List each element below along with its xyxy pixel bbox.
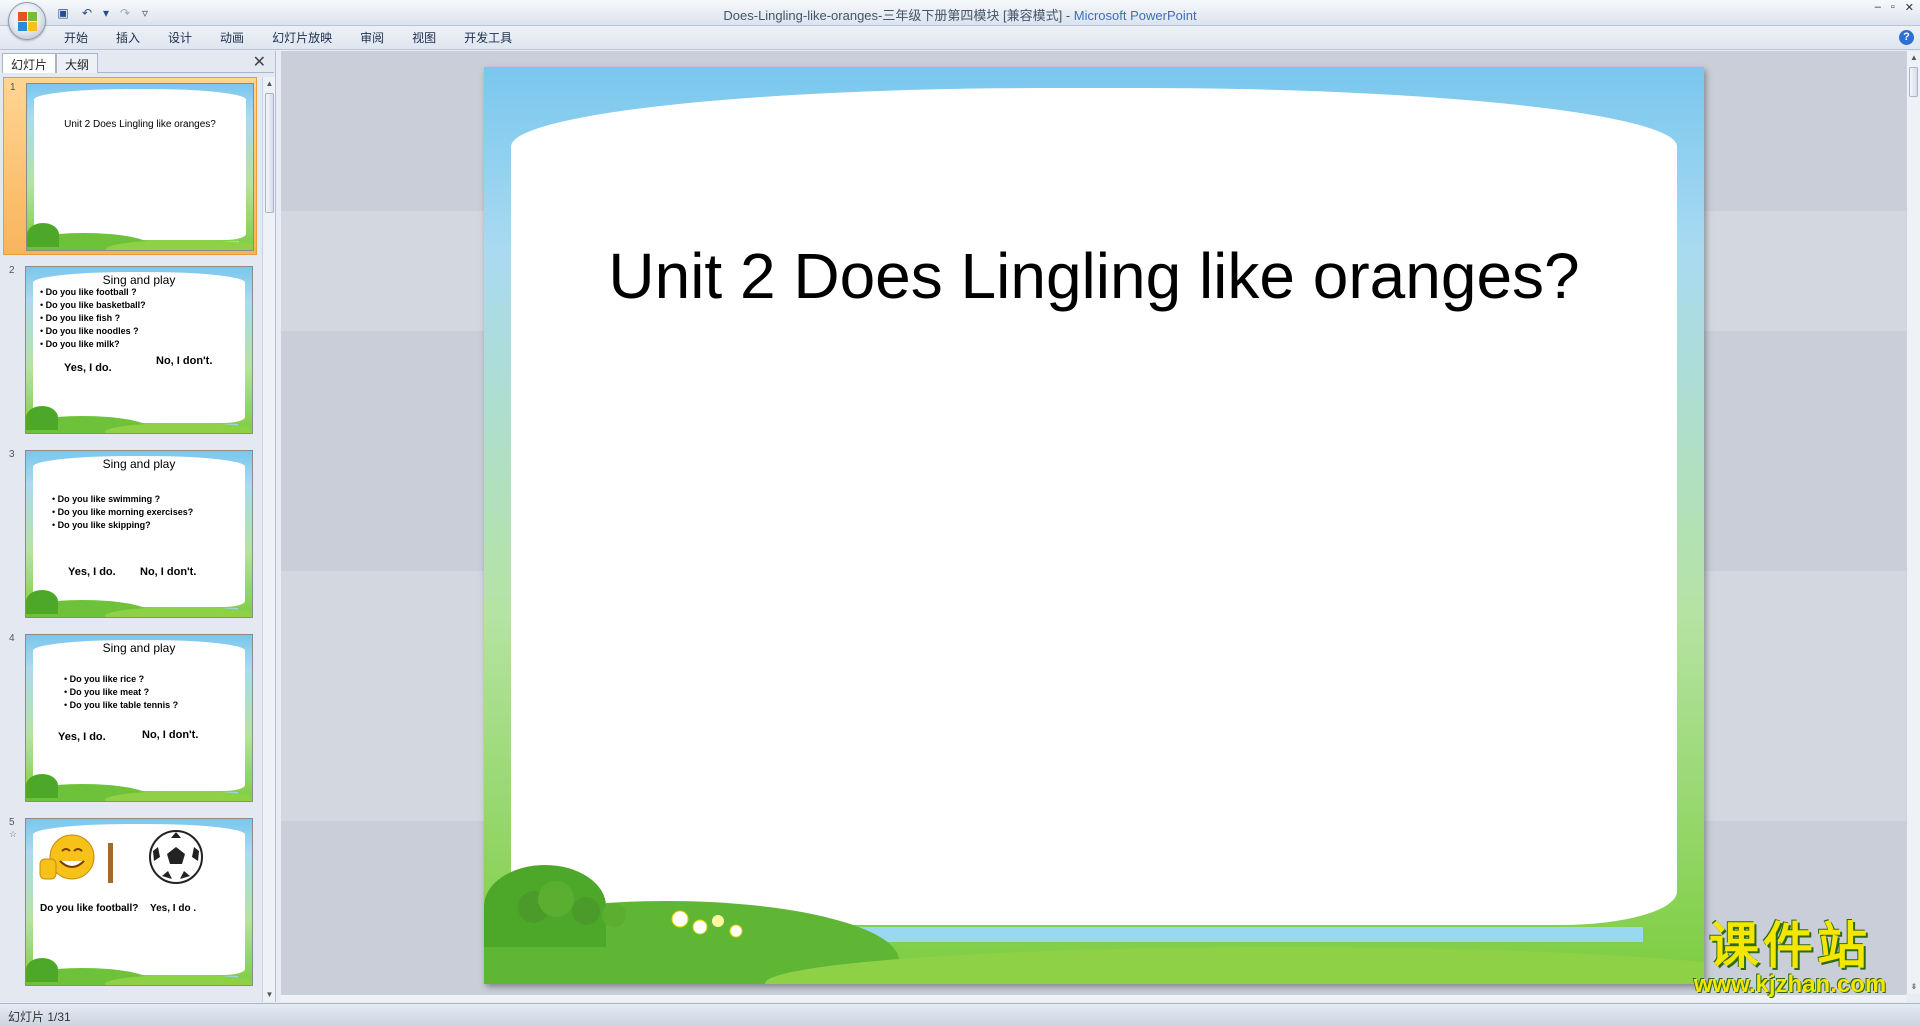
current-slide[interactable]: Unit 2 Does Lingling like oranges?	[484, 67, 1704, 984]
site-watermark: 课件站 www.kjzhan.com	[1670, 920, 1910, 1000]
list-item: Do you like meat ?	[64, 686, 178, 699]
ribbon: 开始 插入 设计 动画 幻灯片放映 审阅 视图 开发工具 ?	[0, 26, 1920, 50]
list-item: Do you like football ?	[40, 286, 146, 299]
slide-thumbnail-5[interactable]: 5 ☆ Do you like football? Yes, I do .	[3, 813, 257, 991]
slide-number: 5	[9, 817, 15, 828]
slide-title[interactable]: Unit 2 Does Lingling like oranges?	[484, 239, 1704, 313]
thumb-heading: Sing and play	[102, 641, 176, 655]
list-item: Do you like swimming ?	[52, 493, 193, 506]
scroll-down-arrow-icon[interactable]: ▼	[263, 988, 276, 1002]
list-item: Do you like noodles ?	[40, 325, 146, 338]
slide-thumbnail-1[interactable]: 1 Unit 2 Does Lingling like oranges?	[3, 77, 257, 255]
tab-design[interactable]: 设计	[154, 30, 206, 46]
close-window-button[interactable]: ✕	[1905, 1, 1914, 14]
office-logo-icon	[18, 12, 38, 32]
help-icon[interactable]: ?	[1899, 30, 1914, 45]
scroll-thumb[interactable]	[1909, 67, 1918, 97]
list-item: Do you like basketball?	[40, 299, 146, 312]
animation-star-icon: ☆	[9, 829, 18, 839]
window-controls: – ▫ ✕	[1875, 1, 1914, 14]
slide-preview: Unit 2 Does Lingling like oranges?	[26, 83, 254, 251]
slide-number: 1	[10, 82, 16, 93]
slide-preview: Do you like football? Yes, I do .	[25, 818, 253, 986]
thumb-yes: Yes, I do.	[64, 362, 112, 374]
scroll-thumb[interactable]	[265, 93, 274, 213]
thumb-no: No, I don't.	[140, 566, 197, 578]
tab-outline[interactable]: 大纲	[56, 53, 99, 73]
slide-thumbnail-3[interactable]: 3 Sing and play Do you like swimming ? D…	[3, 445, 257, 623]
separator-bar-icon	[108, 843, 113, 883]
window-title: Does-Lingling-like-oranges-三年级下册第四模块 [兼容…	[0, 5, 1920, 24]
office-button[interactable]	[8, 2, 46, 40]
thumb-no: No, I don't.	[156, 355, 213, 367]
restore-button[interactable]: ▫	[1891, 1, 1895, 14]
slide-preview: Sing and play Do you like rice ? Do you …	[25, 634, 253, 802]
slides-panel: 幻灯片 大纲 ✕ 1 Unit 2 Does Lingling like ora…	[0, 51, 276, 1002]
slide-number: 2	[9, 265, 15, 276]
tab-slides[interactable]: 幻灯片	[2, 53, 57, 73]
tab-developer[interactable]: 开发工具	[450, 30, 526, 46]
tab-review[interactable]: 审阅	[346, 30, 398, 46]
smiley-thumbs-up-icon	[39, 834, 95, 880]
watermark-text: 课件站	[1709, 917, 1871, 975]
thumb-title: Unit 2 Does Lingling like oranges?	[64, 119, 216, 130]
list-item: Do you like rice ?	[64, 673, 178, 686]
title-bar: ▣ ↶ ▾ ↷ ▿ Does-Lingling-like-oranges-三年级…	[0, 0, 1920, 40]
panel-tabs: 幻灯片 大纲 ✕	[2, 53, 274, 73]
slide-thumbnail-4[interactable]: 4 Sing and play Do you like rice ? Do yo…	[3, 629, 257, 807]
horizontal-scrollbar[interactable]	[281, 994, 1906, 1002]
thumb-yes: Yes, I do.	[58, 731, 106, 743]
slide-number: 4	[9, 633, 15, 644]
watermark-url: www.kjzhan.com	[1693, 971, 1887, 998]
scroll-up-arrow-icon[interactable]: ▲	[1907, 51, 1920, 65]
ribbon-tabs: 开始 插入 设计 动画 幻灯片放映 审阅 视图 开发工具	[50, 30, 526, 46]
tab-insert[interactable]: 插入	[102, 30, 154, 46]
thumb-question: Do you like football?	[40, 903, 139, 914]
tab-animations[interactable]: 动画	[206, 30, 258, 46]
slide-preview: Sing and play Do you like football ? Do …	[25, 266, 253, 434]
slide-thumbnails: 1 Unit 2 Does Lingling like oranges? 2 S…	[0, 77, 262, 1002]
thumb-yes: Yes, I do.	[68, 566, 116, 578]
slide-preview: Sing and play Do you like swimming ? Do …	[25, 450, 253, 618]
status-bar: 幻灯片 1/31	[0, 1003, 1920, 1025]
thumb-list: Do you like swimming ? Do you like morni…	[52, 493, 194, 532]
list-item: Do you like morning exercises?	[52, 506, 194, 519]
thumb-heading: Sing and play	[102, 273, 176, 287]
tab-slideshow[interactable]: 幻灯片放映	[258, 30, 346, 46]
close-panel-icon[interactable]: ✕	[253, 53, 266, 73]
thumb-list: Do you like rice ? Do you like meat ? Do…	[64, 673, 179, 712]
slide-thumbnail-2[interactable]: 2 Sing and play Do you like football ? D…	[3, 261, 257, 439]
thumb-answer: Yes, I do .	[150, 903, 197, 914]
list-item: Do you like table tennis ?	[64, 699, 179, 712]
scroll-up-arrow-icon[interactable]: ▲	[263, 77, 276, 91]
list-item: Do you like fish ?	[40, 312, 146, 325]
thumb-list: Do you like football ? Do you like baske…	[40, 286, 146, 351]
minimize-button[interactable]: –	[1875, 1, 1881, 14]
app-name: Microsoft PowerPoint	[1073, 8, 1197, 23]
thumb-heading: Sing and play	[102, 457, 176, 471]
title-separator: -	[1062, 8, 1074, 23]
soccer-ball-icon	[149, 830, 203, 884]
list-item: Do you like milk?	[40, 338, 146, 351]
trees-flowers-decoration-icon	[518, 881, 743, 938]
document-name: Does-Lingling-like-oranges-三年级下册第四模块 [兼容…	[723, 8, 1063, 23]
thumb-no: No, I don't.	[142, 729, 199, 741]
thumbnails-scrollbar[interactable]: ▲ ▼	[262, 77, 275, 1002]
slide-number: 3	[9, 449, 15, 460]
slide-counter: 幻灯片 1/31	[8, 1010, 71, 1024]
list-item: Do you like skipping?	[52, 519, 193, 532]
tab-home[interactable]: 开始	[50, 30, 102, 46]
tab-view[interactable]: 视图	[398, 30, 450, 46]
editor-scrollbar[interactable]: ▲ ⇟	[1906, 51, 1920, 994]
